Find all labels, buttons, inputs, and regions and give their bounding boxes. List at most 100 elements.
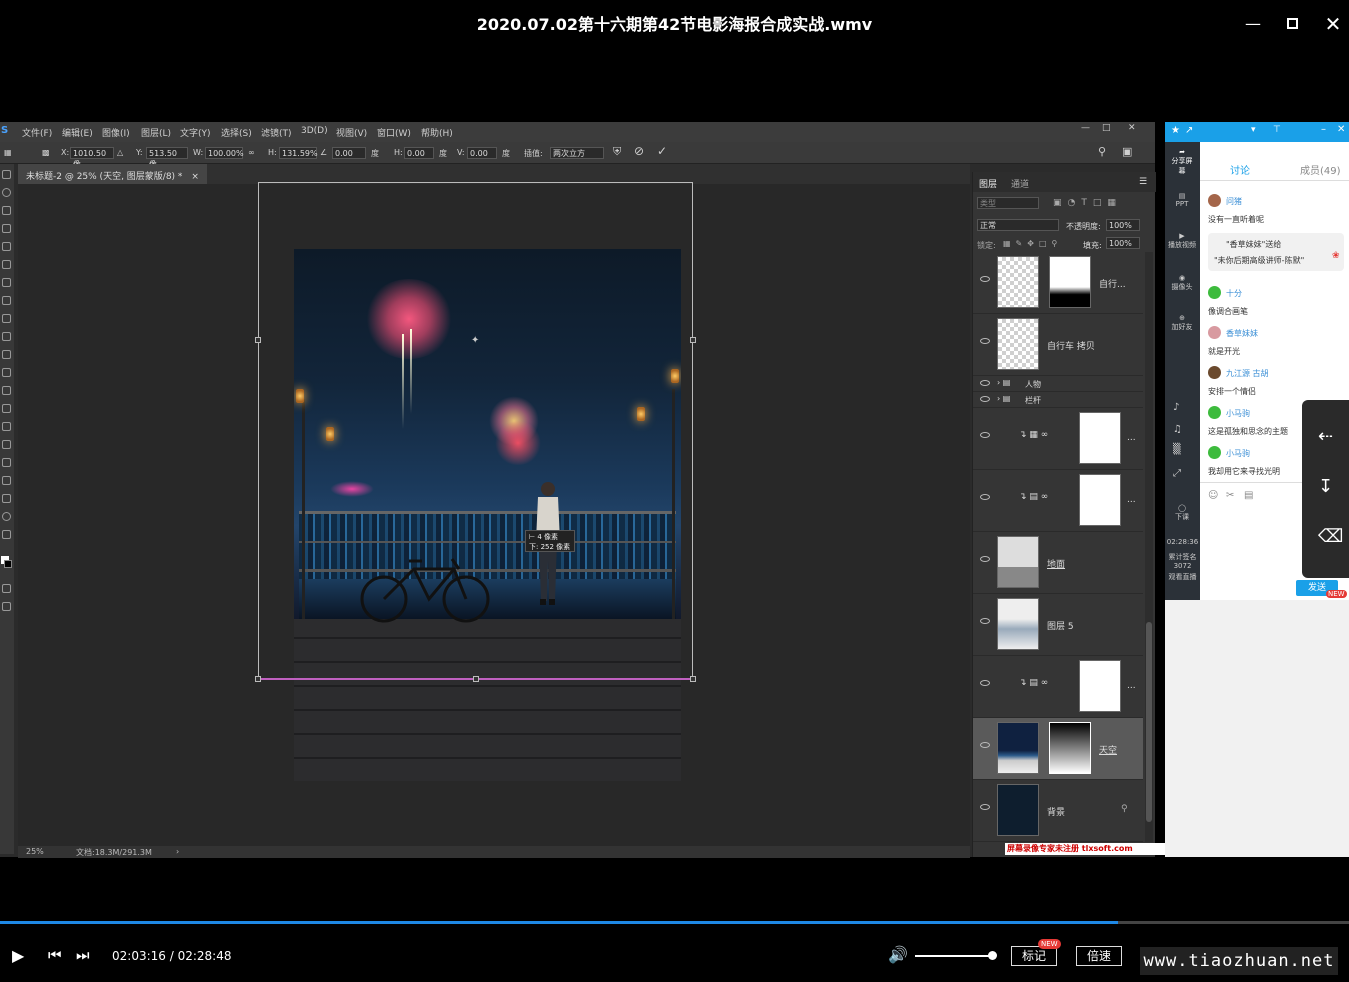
tab-discussion[interactable]: 讨论 bbox=[1230, 162, 1250, 177]
volume-slider[interactable] bbox=[915, 955, 993, 957]
shape-tool-icon[interactable] bbox=[2, 476, 11, 485]
folder-icon[interactable]: › ▤ bbox=[997, 378, 1010, 387]
folder-icon[interactable]: › ▤ bbox=[997, 394, 1010, 403]
layer-row[interactable]: ↴ ▤ ∞ ... bbox=[973, 470, 1143, 532]
visibility-eye-icon[interactable] bbox=[980, 380, 990, 386]
layer-row[interactable]: 自行... bbox=[973, 252, 1143, 314]
visibility-eye-icon[interactable] bbox=[980, 396, 990, 402]
layer-mask-thumbnail[interactable] bbox=[1079, 474, 1121, 526]
angle-field[interactable]: 0.00 bbox=[332, 147, 366, 159]
background-color-swatch[interactable] bbox=[4, 560, 12, 568]
menu-file[interactable]: 文件(F) bbox=[22, 126, 52, 139]
visibility-eye-icon[interactable] bbox=[980, 432, 990, 438]
visibility-eye-icon[interactable] bbox=[980, 494, 990, 500]
screen-mode-icon[interactable] bbox=[2, 602, 11, 611]
layer-mask-thumbnail[interactable] bbox=[1079, 412, 1121, 464]
transform-handle-bottom[interactable] bbox=[473, 676, 479, 682]
layer-mask-thumbnail[interactable] bbox=[1049, 256, 1091, 308]
layer-row[interactable]: 背景 ⚲ bbox=[973, 780, 1143, 842]
blend-mode-select[interactable]: 正常 bbox=[977, 219, 1059, 231]
layer-mask-thumbnail[interactable] bbox=[1049, 722, 1091, 774]
transform-handle-bottom-right[interactable] bbox=[690, 676, 696, 682]
menu-select[interactable]: 选择(S) bbox=[221, 126, 252, 139]
visibility-eye-icon[interactable] bbox=[980, 618, 990, 624]
status-arrow-icon[interactable]: › bbox=[176, 847, 179, 856]
ps-restore-icon[interactable]: □ bbox=[1102, 123, 1111, 133]
history-brush-tool-icon[interactable] bbox=[2, 332, 11, 341]
layer-row[interactable]: 地面 bbox=[973, 532, 1143, 594]
visibility-eye-icon[interactable] bbox=[980, 276, 990, 282]
chat-minimize-icon[interactable]: – bbox=[1321, 124, 1326, 135]
pin-icon[interactable]: ⊤ bbox=[1273, 125, 1281, 135]
chat-close-icon[interactable]: ✕ bbox=[1337, 124, 1345, 135]
menu-layer[interactable]: 图层(L) bbox=[141, 126, 171, 139]
share-icon[interactable]: ⇠ bbox=[1318, 426, 1333, 447]
home-icon[interactable]: ★ bbox=[1171, 125, 1180, 136]
close-icon[interactable]: ✕ bbox=[1321, 12, 1345, 36]
interp-select[interactable]: 两次立方 bbox=[550, 147, 604, 159]
popout-icon[interactable]: ↗ bbox=[1185, 125, 1193, 136]
layer-row[interactable]: 自行车 拷贝 bbox=[973, 314, 1143, 376]
blur-tool-icon[interactable] bbox=[2, 386, 11, 395]
mark-button[interactable]: 标记 bbox=[1011, 946, 1057, 966]
layer-search-input[interactable]: 类型 bbox=[977, 197, 1039, 209]
lock-icons[interactable]: ▦✎✥□⚲ bbox=[1003, 239, 1062, 248]
document-tab-close-icon[interactable]: × bbox=[191, 172, 199, 182]
visibility-eye-icon[interactable] bbox=[980, 680, 990, 686]
pen-tool-icon[interactable] bbox=[2, 422, 11, 431]
canvas-area[interactable]: ✦ ⊢ 4 像素 下: 252 像素 bbox=[18, 182, 970, 846]
wechat-avatar[interactable] bbox=[1208, 406, 1221, 419]
image-icon[interactable]: ▤ bbox=[1244, 490, 1253, 501]
gradient-tool-icon[interactable] bbox=[2, 368, 11, 377]
type-tool-icon[interactable] bbox=[2, 440, 11, 449]
message-username[interactable]: 九江源 古胡 bbox=[1226, 368, 1269, 379]
menu-filter[interactable]: 滤镜(T) bbox=[261, 126, 292, 139]
more-tools-icon[interactable] bbox=[2, 530, 11, 539]
menu-help[interactable]: 帮助(H) bbox=[421, 126, 453, 139]
speaker-icon[interactable]: ♫ bbox=[1173, 424, 1182, 435]
speed-button[interactable]: 倍速 bbox=[1076, 946, 1122, 966]
visibility-eye-icon[interactable] bbox=[980, 804, 990, 810]
layer-row[interactable]: ↴ ▤ ∞ ... bbox=[973, 656, 1143, 718]
h-field[interactable]: 131.59% bbox=[279, 147, 318, 159]
next-icon[interactable]: ⏭ bbox=[76, 946, 90, 964]
menu-3d[interactable]: 3D(D) bbox=[301, 126, 328, 136]
minimize-icon[interactable]: — bbox=[1241, 12, 1265, 36]
visibility-eye-icon[interactable] bbox=[980, 556, 990, 562]
stamp-tool-icon[interactable] bbox=[2, 314, 11, 323]
layer-row-selected[interactable]: 天空 bbox=[973, 718, 1143, 780]
brush-tool-icon[interactable] bbox=[2, 296, 11, 305]
message-username[interactable]: 香草妹妹 bbox=[1226, 328, 1258, 339]
lasso-tool-icon[interactable] bbox=[2, 206, 11, 215]
zoom-tool-icon[interactable] bbox=[2, 512, 11, 521]
camera-button[interactable]: ◉ 摄像头 bbox=[1167, 274, 1197, 292]
reference-point-icon[interactable]: ▩ bbox=[42, 148, 50, 157]
emoji-icon[interactable]: ☺ bbox=[1208, 490, 1218, 501]
cancel-transform-icon[interactable]: ⊘ bbox=[634, 144, 644, 158]
eraser-tool-icon[interactable] bbox=[2, 350, 11, 359]
document-tab[interactable]: 未标题-2 @ 25% (天空, 图层蒙版/8) * × bbox=[18, 164, 207, 184]
layer-row[interactable]: ↴ ▦ ∞ ... bbox=[973, 408, 1143, 470]
healing-tool-icon[interactable] bbox=[2, 278, 11, 287]
volume-knob[interactable] bbox=[988, 951, 997, 960]
layer-filter-icons[interactable]: ▣◔T□▦ bbox=[1053, 198, 1122, 208]
end-class-button[interactable]: ◯ 下课 bbox=[1167, 504, 1197, 522]
crop-tool-icon[interactable] bbox=[2, 242, 11, 251]
avatar[interactable] bbox=[1208, 366, 1221, 379]
panel-menu-icon[interactable]: ☰ bbox=[1139, 177, 1147, 187]
share-screen-button[interactable]: ➦ 分享屏幕 bbox=[1169, 148, 1195, 176]
quick-select-tool-icon[interactable] bbox=[2, 224, 11, 233]
menu-view[interactable]: 视图(V) bbox=[336, 126, 367, 139]
transform-bounding-box[interactable] bbox=[258, 182, 693, 679]
search-icon[interactable]: ⚲ bbox=[1098, 145, 1106, 158]
ppt-button[interactable]: ▤ PPT bbox=[1169, 192, 1195, 208]
avatar[interactable] bbox=[1208, 326, 1221, 339]
fill-field[interactable]: 100% bbox=[1106, 237, 1140, 249]
microphone-icon[interactable]: ♪ bbox=[1173, 402, 1179, 413]
layer-mask-thumbnail[interactable] bbox=[1079, 660, 1121, 712]
play-video-button[interactable]: ▶ 播放视频 bbox=[1167, 232, 1197, 250]
message-username[interactable]: 十分 bbox=[1226, 288, 1242, 299]
hskew-field[interactable]: 0.00 bbox=[404, 147, 434, 159]
x-field[interactable]: 1010.50 像 bbox=[70, 147, 114, 169]
vskew-field[interactable]: 0.00 bbox=[467, 147, 497, 159]
